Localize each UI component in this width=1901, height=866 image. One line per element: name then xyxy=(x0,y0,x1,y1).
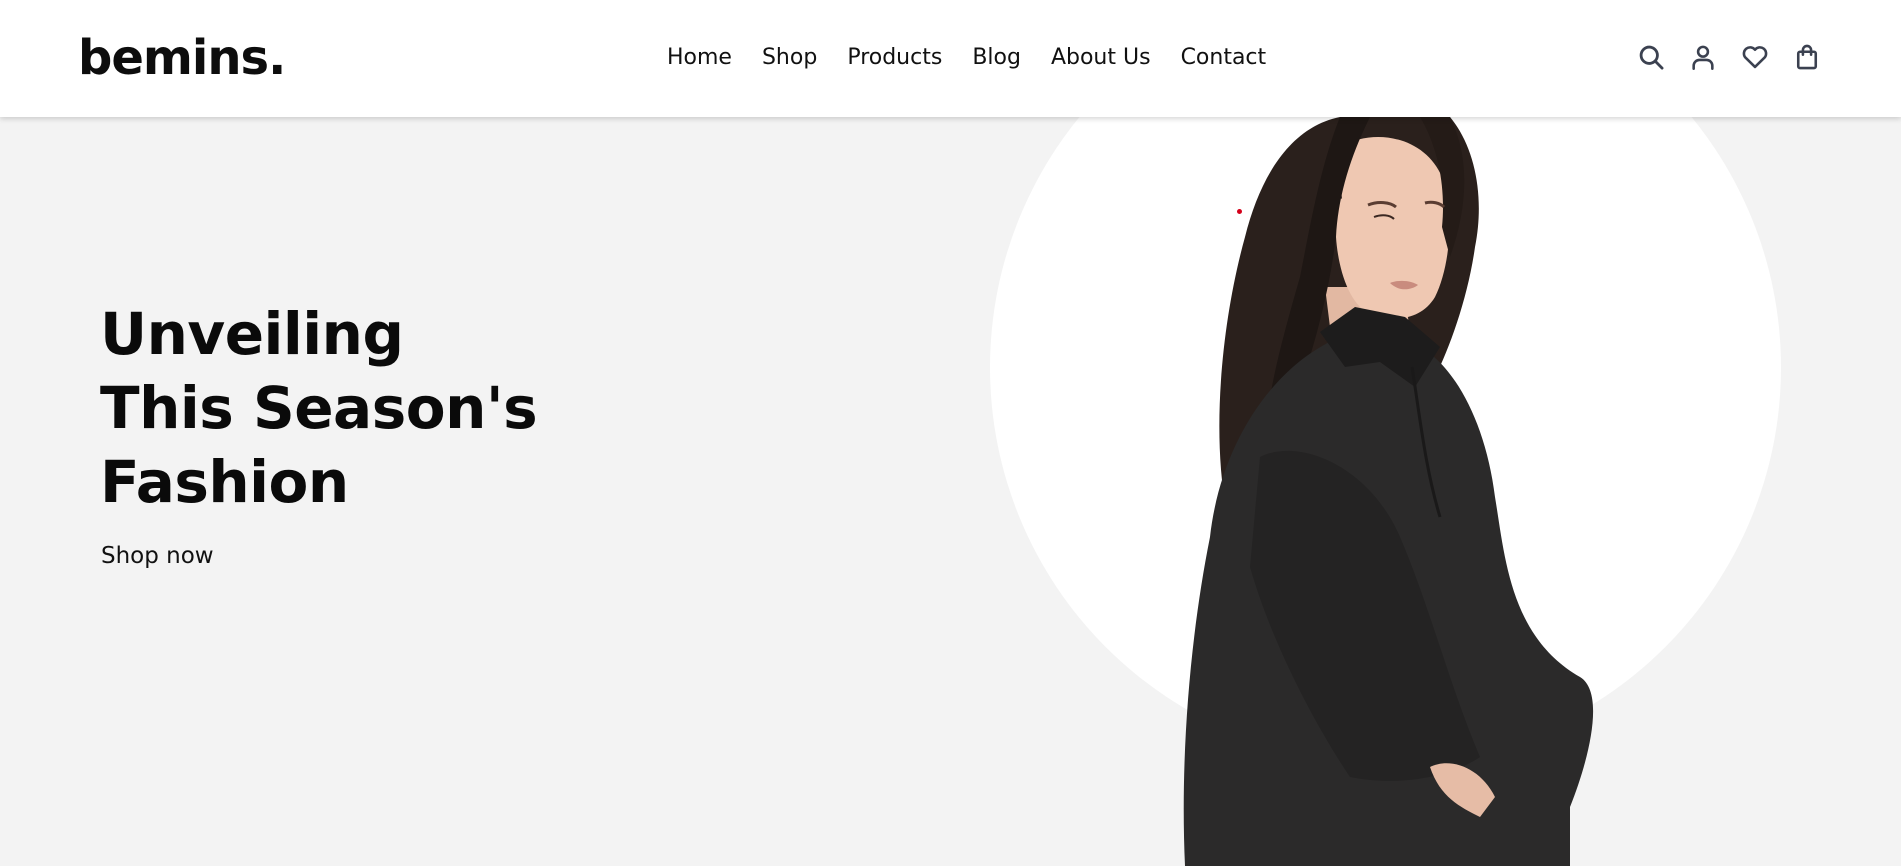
search-button[interactable] xyxy=(1635,40,1667,74)
search-icon xyxy=(1639,45,1664,70)
account-button[interactable] xyxy=(1687,40,1719,74)
main-nav: Home Shop Products Blog About Us Contact xyxy=(667,42,1266,74)
shopping-bag-icon xyxy=(1796,44,1818,70)
brand-logo[interactable]: bemins. xyxy=(78,28,286,88)
nav-item-home[interactable]: Home xyxy=(667,42,732,74)
heart-icon xyxy=(1742,46,1768,69)
nav-item-products[interactable]: Products xyxy=(847,42,942,74)
hero-title: Unveiling This Season's Fashion xyxy=(100,297,538,519)
wishlist-button[interactable] xyxy=(1739,40,1771,74)
cart-button[interactable] xyxy=(1791,40,1823,74)
nav-item-shop[interactable]: Shop xyxy=(762,42,817,74)
header-actions xyxy=(1635,40,1823,74)
hero-title-line-2: This Season's xyxy=(100,374,538,442)
nav-item-contact[interactable]: Contact xyxy=(1181,42,1267,74)
site-header: bemins. Home Shop Products Blog About Us… xyxy=(0,0,1901,117)
nav-item-blog[interactable]: Blog xyxy=(972,42,1021,74)
nav-item-about-us[interactable]: About Us xyxy=(1051,42,1151,74)
hero-title-line-3: Fashion xyxy=(100,448,349,516)
shop-now-link[interactable]: Shop now xyxy=(101,541,214,571)
user-icon xyxy=(1692,45,1714,70)
hero-title-line-1: Unveiling xyxy=(100,300,404,368)
hero-banner: Unveiling This Season's Fashion Shop now xyxy=(0,117,1901,866)
hero-model-image xyxy=(1183,117,1594,866)
